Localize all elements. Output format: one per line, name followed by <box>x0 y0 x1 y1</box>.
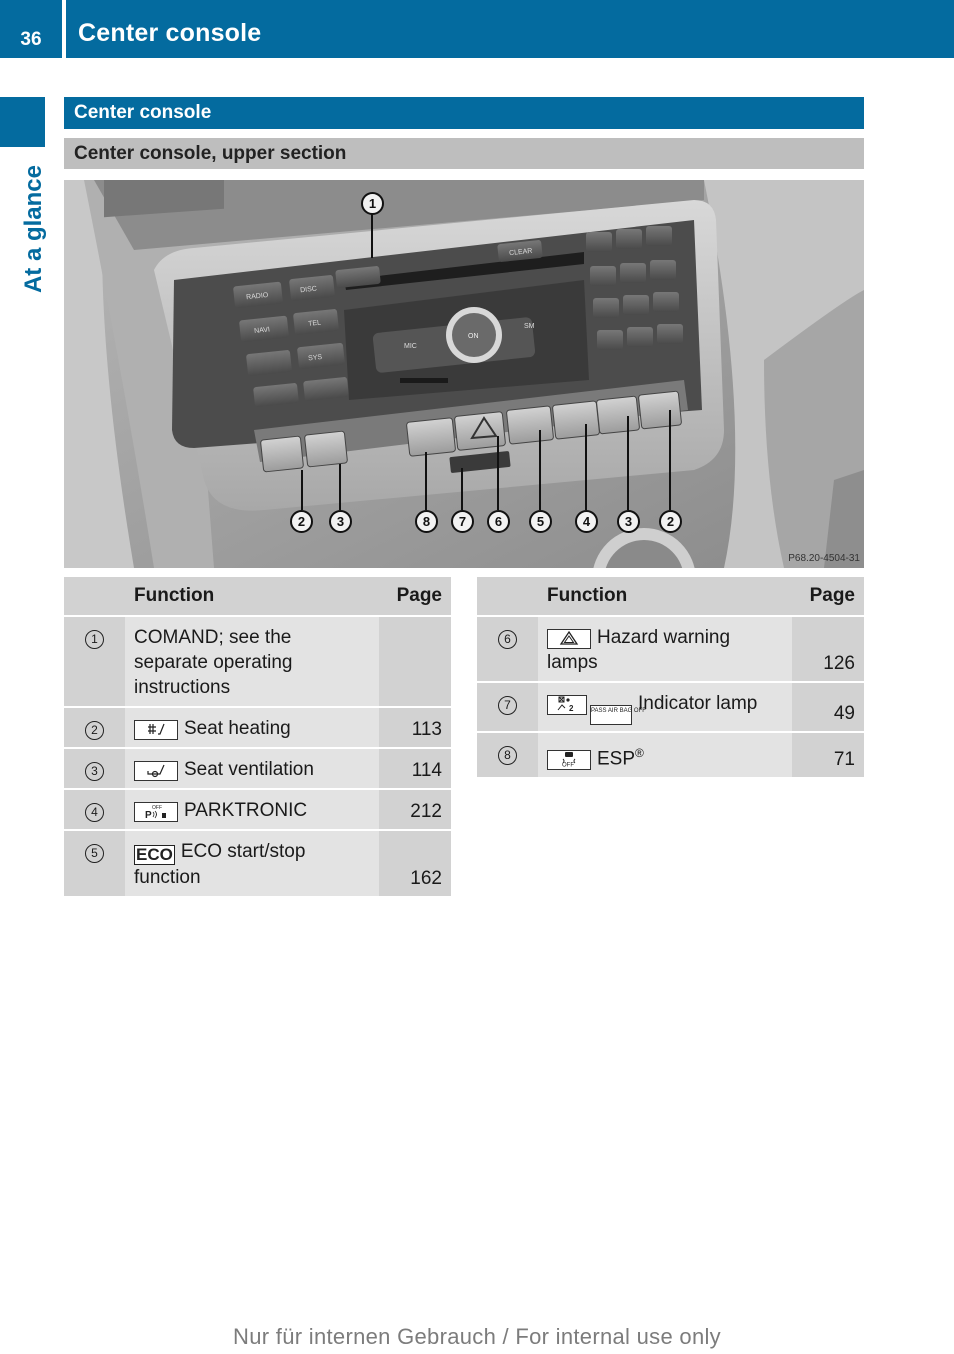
callout-8: 8 <box>415 510 438 533</box>
table-row: 8 OFF ESP® 71 <box>477 731 864 778</box>
header-divider <box>62 0 66 58</box>
callout-5: 5 <box>529 510 552 533</box>
function-text: COMAND; see the separate operating instr… <box>125 615 379 706</box>
page-ref: 114 <box>379 747 451 788</box>
sys-button-label: SYS <box>308 354 323 362</box>
side-tab-marker <box>0 97 45 147</box>
table-row: 4 OFF P PARKTRONIC 212 <box>64 788 451 829</box>
header-number <box>64 577 125 615</box>
passenger-airbag-off-icon: PASS AIR BAG OFF <box>590 705 646 725</box>
callout-2-right: 2 <box>659 510 682 533</box>
svg-text:OFF: OFF <box>152 805 162 811</box>
center-console-figure: RADIO DISC NAVI TEL SYS ON MIC SM CLEAR <box>64 180 864 568</box>
header-number <box>477 577 538 615</box>
function-text: Indicator lamp <box>638 693 758 714</box>
seat-heating-icon <box>134 720 178 740</box>
sm-button-label: SM <box>524 323 535 330</box>
eco-icon: ECO <box>134 845 175 865</box>
function-text: ESP <box>597 748 636 770</box>
callout-3-left: 3 <box>329 510 352 533</box>
callout-6: 6 <box>487 510 510 533</box>
item-number: 7 <box>498 696 517 715</box>
page-ref <box>379 615 451 706</box>
mic-button-label: MIC <box>404 343 417 350</box>
item-number: 8 <box>498 746 517 765</box>
chapter-title: Center console <box>78 19 262 47</box>
esp-off-icon: OFF <box>547 750 591 771</box>
internal-use-footer: Nur für internen Gebrauch / For internal… <box>233 1324 721 1349</box>
function-table-right: Function Page 6 Hazard warning lamps 126… <box>477 577 864 778</box>
item-number: 2 <box>85 721 104 740</box>
function-table-left: Function Page 1 COMAND; see the separate… <box>64 577 451 896</box>
page-number: 36 <box>20 29 42 50</box>
svg-text:P: P <box>145 810 152 819</box>
table-row: 2 Seat heating 113 <box>64 706 451 747</box>
page-ref: 71 <box>792 731 864 778</box>
svg-text:OFF: OFF <box>562 763 574 768</box>
header-page: Page <box>379 577 451 615</box>
page-ref: 49 <box>792 681 864 731</box>
table-row: 5 ECO ECO start/stop function 162 <box>64 829 451 896</box>
page-ref: 113 <box>379 706 451 747</box>
seat-ventilation-icon <box>134 761 178 781</box>
registered-mark: ® <box>635 746 644 760</box>
table-row: 6 Hazard warning lamps 126 <box>477 615 864 681</box>
header-function: Function <box>538 577 792 615</box>
function-text: Seat heating <box>184 718 291 739</box>
header-page: Page <box>792 577 864 615</box>
tel-button-label: TEL <box>308 319 322 327</box>
figure-code: P68.20-4504-31 <box>788 553 860 564</box>
table-row: 1 COMAND; see the separate operating ins… <box>64 615 451 706</box>
callout-2-left: 2 <box>290 510 313 533</box>
item-number: 5 <box>85 844 104 863</box>
section-subheading: Center console, upper section <box>64 138 864 169</box>
usb-slot <box>400 378 448 383</box>
page-ref: 212 <box>379 788 451 829</box>
item-number: 6 <box>498 630 517 649</box>
item-number: 4 <box>85 803 104 822</box>
callout-1: 1 <box>361 192 384 215</box>
item-number: 1 <box>85 630 104 649</box>
seatbelt-child-seat-icon: 2 <box>547 695 587 715</box>
table-header-row: Function Page <box>477 577 864 615</box>
on-knob-label: ON <box>468 333 479 340</box>
page-header: 36 Center console <box>0 0 954 58</box>
side-tab-label: At a glance <box>20 164 47 294</box>
parktronic-off-icon: OFF P <box>134 802 178 822</box>
header-function: Function <box>125 577 379 615</box>
table-row: 7 2 PASS AIR BAG OFFIndicator lamp 49 <box>477 681 864 731</box>
callout-3-right: 3 <box>617 510 640 533</box>
page-ref: 162 <box>379 829 451 896</box>
svg-text:2: 2 <box>569 704 574 712</box>
item-number: 3 <box>85 762 104 781</box>
section-heading: Center console <box>64 97 864 129</box>
table-row: 3 Seat ventilation 114 <box>64 747 451 788</box>
function-text: Seat ventilation <box>184 759 314 780</box>
table-header-row: Function Page <box>64 577 451 615</box>
function-text: PARKTRONIC <box>184 800 308 821</box>
hazard-warning-icon <box>547 629 591 649</box>
callout-7: 7 <box>451 510 474 533</box>
page-ref: 126 <box>792 615 864 681</box>
callout-4: 4 <box>575 510 598 533</box>
